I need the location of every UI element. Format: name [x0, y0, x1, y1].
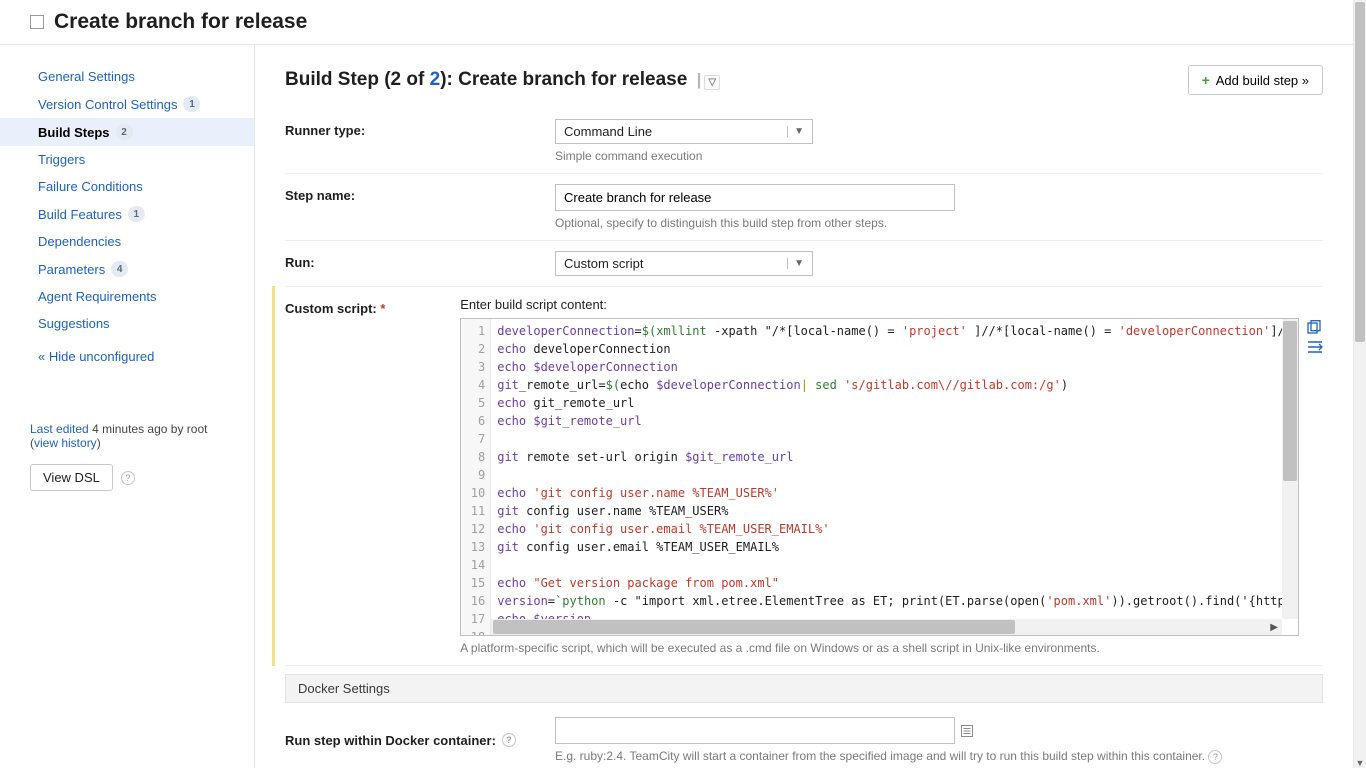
sidebar-item-label: Agent Requirements: [38, 289, 157, 304]
code-line: [497, 556, 1292, 574]
add-build-step-button[interactable]: +Add build step »: [1188, 65, 1323, 95]
code-line: echo 'git config user.name %TEAM_USER%': [497, 484, 1292, 502]
sidebar-item-label: Failure Conditions: [38, 179, 143, 194]
reorder-handle-icon[interactable]: ▽: [704, 75, 720, 90]
sidebar-item-triggers[interactable]: Triggers: [0, 146, 254, 173]
plus-icon: +: [1202, 72, 1210, 88]
code-line: echo $git_remote_url: [497, 412, 1292, 430]
sidebar-item-version-control-settings[interactable]: Version Control Settings 1: [0, 90, 254, 118]
runner-type-select[interactable]: Command Line ▼: [555, 119, 813, 144]
editor-hscrollbar[interactable]: ▶: [491, 619, 1282, 635]
run-select[interactable]: Custom script ▼: [555, 251, 813, 276]
sidebar-item-failure-conditions[interactable]: Failure Conditions: [0, 173, 254, 200]
sidebar-item-build-steps[interactable]: Build Steps 2: [0, 118, 254, 146]
page-header: Create branch for release: [0, 0, 1353, 45]
sidebar-item-label: Suggestions: [38, 316, 110, 331]
chevron-down-icon: ▼: [787, 258, 804, 269]
docker-settings-header: Docker Settings: [285, 674, 1323, 703]
list-icon[interactable]: [961, 725, 973, 737]
code-line: echo $developerConnection: [497, 358, 1292, 376]
page-title: Create branch for release: [54, 10, 307, 34]
code-line: [497, 466, 1292, 484]
code-line: echo 'git config user.email %TEAM_USER_E…: [497, 520, 1292, 538]
code-line: git config user.name %TEAM_USER%: [497, 502, 1292, 520]
code-line: version=`python -c "import xml.etree.Ele…: [497, 592, 1292, 610]
docker-label: Run step within Docker container:: [285, 733, 496, 748]
last-edited-time: 4 minutes ago by root: [92, 422, 207, 436]
code-line: echo "Get version package from pom.xml": [497, 574, 1292, 592]
sidebar-item-label: Version Control Settings: [38, 97, 177, 112]
sidebar-item-label: Dependencies: [38, 234, 121, 249]
sidebar-item-build-features[interactable]: Build Features 1: [0, 200, 254, 228]
sidebar-item-parameters[interactable]: Parameters 4: [0, 255, 254, 283]
sidebar-item-general-settings[interactable]: General Settings: [0, 63, 254, 90]
last-edited-info: Last edited 4 minutes ago by root (view …: [0, 422, 254, 450]
custom-script-hint: A platform-specific script, which will b…: [460, 641, 1323, 655]
code-line: git config user.email %TEAM_USER_EMAIL%: [497, 538, 1292, 556]
docker-image-input[interactable]: [555, 717, 955, 744]
sidebar-item-suggestions[interactable]: Suggestions: [0, 310, 254, 337]
custom-script-label: Custom script: *: [285, 297, 460, 316]
code-line: git remote set-url origin $git_remote_ur…: [497, 448, 1292, 466]
config-nav: General Settings Version Control Settings…: [0, 63, 254, 337]
code-line: [497, 430, 1292, 448]
code-line: echo developerConnection: [497, 340, 1292, 358]
step-name-label: Step name:: [285, 184, 555, 203]
runner-type-label: Runner type:: [285, 119, 555, 138]
hide-unconfigured-link[interactable]: « Hide unconfigured: [38, 349, 154, 364]
script-editor[interactable]: 123456789101112131415161718 developerCon…: [460, 318, 1299, 636]
view-history-link[interactable]: view history: [34, 436, 97, 450]
help-icon[interactable]: ?: [502, 733, 516, 747]
help-icon[interactable]: ?: [1208, 750, 1222, 764]
build-step-title: Build Step (2 of 2): Create branch for r…: [285, 69, 720, 91]
custom-script-intro: Enter build script content:: [460, 297, 1323, 312]
main-panel: Build Step (2 of 2): Create branch for r…: [255, 45, 1353, 768]
code-line: developerConnection=$(xmllint -xpath "/*…: [497, 322, 1292, 340]
editor-copy-icon[interactable]: [1307, 320, 1323, 334]
sidebar: General Settings Version Control Settings…: [0, 45, 255, 768]
step-name-hint: Optional, specify to distinguish this bu…: [555, 216, 1323, 230]
sidebar-item-label: Build Steps: [38, 125, 110, 140]
code-line: git_remote_url=$(echo $developerConnecti…: [497, 376, 1292, 394]
runner-type-hint: Simple command execution: [555, 149, 1323, 163]
editor-expand-icon[interactable]: [1307, 340, 1323, 354]
count-badge: 1: [128, 206, 145, 222]
editor-vscrollbar[interactable]: [1282, 319, 1298, 619]
count-badge: 1: [183, 96, 200, 112]
sidebar-item-label: Triggers: [38, 152, 85, 167]
view-dsl-button[interactable]: View DSL: [30, 464, 113, 491]
code-line: echo git_remote_url: [497, 394, 1292, 412]
count-badge: 4: [111, 261, 128, 277]
sidebar-item-label: General Settings: [38, 69, 135, 84]
window-vscrollbar[interactable]: ▲ ▼: [1353, 0, 1366, 768]
count-badge: 2: [116, 124, 133, 140]
sidebar-item-dependencies[interactable]: Dependencies: [0, 228, 254, 255]
sidebar-item-label: Build Features: [38, 207, 122, 222]
sidebar-item-agent-requirements[interactable]: Agent Requirements: [0, 283, 254, 310]
run-label: Run:: [285, 251, 555, 270]
help-icon[interactable]: ?: [121, 471, 135, 485]
last-edited-link[interactable]: Last edited: [30, 422, 89, 436]
sidebar-item-label: Parameters: [38, 262, 105, 277]
step-name-input[interactable]: [555, 184, 955, 211]
chevron-down-icon: ▼: [787, 126, 804, 137]
header-checkbox[interactable]: [30, 15, 44, 29]
docker-hint: E.g. ruby:2.4. TeamCity will start a con…: [555, 749, 1323, 764]
